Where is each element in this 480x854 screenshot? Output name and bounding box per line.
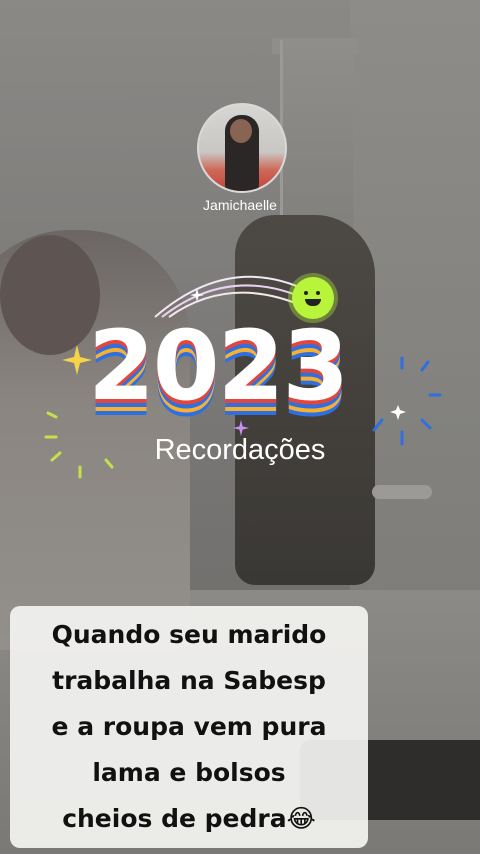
background-person-head	[0, 235, 100, 355]
video-frame[interactable]: Jamichaelle 2023 Recordações Quando seu …	[0, 0, 480, 854]
caption-line: lama e bolsos	[92, 758, 286, 787]
caption-line: e a roupa vem pura	[51, 712, 327, 741]
caption-line: cheios de pedra😂	[62, 804, 316, 833]
year-badge: 2023	[88, 310, 398, 430]
profile-username[interactable]: Jamichaelle	[0, 197, 480, 213]
sparkle-small-icon	[190, 288, 204, 302]
caption-line: trabalha na Sabesp	[52, 666, 326, 695]
caption-line: Quando seu marido	[51, 620, 327, 649]
caption-box: Quando seu marido trabalha na Sabesp e a…	[10, 606, 368, 848]
recap-title: Recordações	[154, 434, 326, 466]
profile-avatar[interactable]	[197, 103, 287, 193]
year-text: 2023	[88, 310, 349, 422]
avatar-face	[230, 119, 252, 143]
background-faucet	[372, 485, 432, 499]
